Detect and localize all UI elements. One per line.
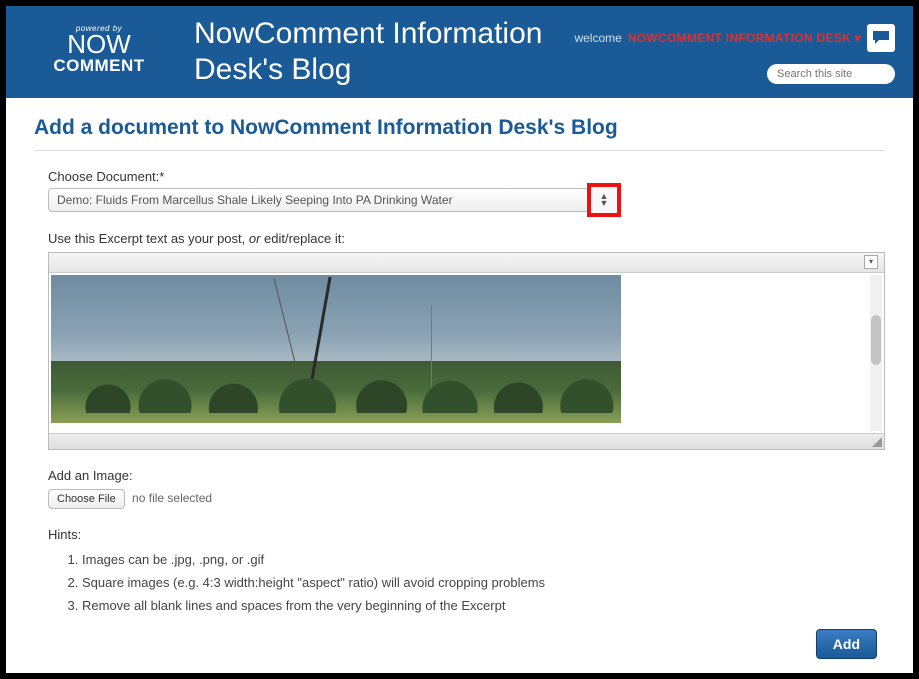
user-name: NOWCOMMENT INFORMATION DESK bbox=[628, 31, 851, 45]
header-bar: powered by NOW COMMENT NowComment Inform… bbox=[6, 6, 913, 98]
search-input[interactable] bbox=[767, 64, 895, 84]
stepper-icon[interactable]: ▲▼ bbox=[600, 193, 609, 207]
editor-scrollbar[interactable] bbox=[870, 275, 882, 431]
document-select[interactable]: Demo: Fluids From Marcellus Shale Likely… bbox=[48, 188, 593, 212]
add-image-label: Add an Image: bbox=[48, 468, 885, 483]
editor-content-image bbox=[51, 275, 621, 423]
hints-list: Images can be .jpg, .png, or .gif Square… bbox=[82, 552, 885, 613]
page-title: NowComment Information Desk's Blog bbox=[194, 16, 634, 88]
content-heading: Add a document to NowComment Information… bbox=[34, 116, 885, 140]
welcome-text: welcome bbox=[574, 31, 621, 45]
no-file-text: no file selected bbox=[132, 491, 212, 505]
document-select-row: Demo: Fluids From Marcellus Shale Likely… bbox=[48, 188, 885, 217]
list-item: Remove all blank lines and spaces from t… bbox=[82, 598, 885, 613]
choose-document-label: Choose Document:* bbox=[48, 169, 885, 184]
hints-label: Hints: bbox=[48, 527, 885, 542]
logo[interactable]: powered by NOW COMMENT bbox=[34, 14, 164, 76]
editor-footer bbox=[49, 433, 884, 449]
divider bbox=[34, 150, 885, 151]
excerpt-label: Use this Excerpt text as your post, or e… bbox=[48, 231, 885, 246]
treeline-graphic bbox=[51, 353, 621, 413]
messages-icon[interactable] bbox=[867, 24, 895, 52]
form: Choose Document:* Demo: Fluids From Marc… bbox=[48, 169, 885, 613]
user-menu-link[interactable]: NOWCOMMENT INFORMATION DESK ▾ bbox=[628, 31, 861, 45]
select-stepper-highlight: ▲▼ bbox=[587, 183, 621, 217]
list-item: Square images (e.g. 4:3 width:height "as… bbox=[82, 575, 885, 590]
scrollbar-thumb[interactable] bbox=[871, 315, 881, 365]
logo-comment: COMMENT bbox=[34, 56, 164, 76]
editor-toolbar: ▾ bbox=[49, 253, 884, 273]
excerpt-editor[interactable]: ▾ bbox=[48, 252, 885, 450]
list-item: Images can be .jpg, .png, or .gif bbox=[82, 552, 885, 567]
content-area: Add a document to NowComment Information… bbox=[6, 98, 913, 629]
chevron-down-icon: ▾ bbox=[855, 31, 861, 45]
add-button[interactable]: Add bbox=[816, 629, 877, 659]
toolbar-dropdown-icon[interactable]: ▾ bbox=[864, 255, 878, 269]
document-select-value: Demo: Fluids From Marcellus Shale Likely… bbox=[57, 193, 453, 207]
excerpt-label-b: edit/replace it: bbox=[260, 231, 345, 246]
excerpt-label-or: or bbox=[249, 231, 261, 246]
excerpt-label-a: Use this Excerpt text as your post, bbox=[48, 231, 249, 246]
choose-file-button[interactable]: Choose File bbox=[48, 489, 125, 509]
logo-now: NOW bbox=[34, 33, 164, 56]
resize-grip-icon[interactable] bbox=[872, 437, 882, 447]
user-info: welcome NOWCOMMENT INFORMATION DESK ▾ bbox=[574, 24, 895, 52]
file-input-row: Choose File no file selected bbox=[48, 489, 885, 509]
